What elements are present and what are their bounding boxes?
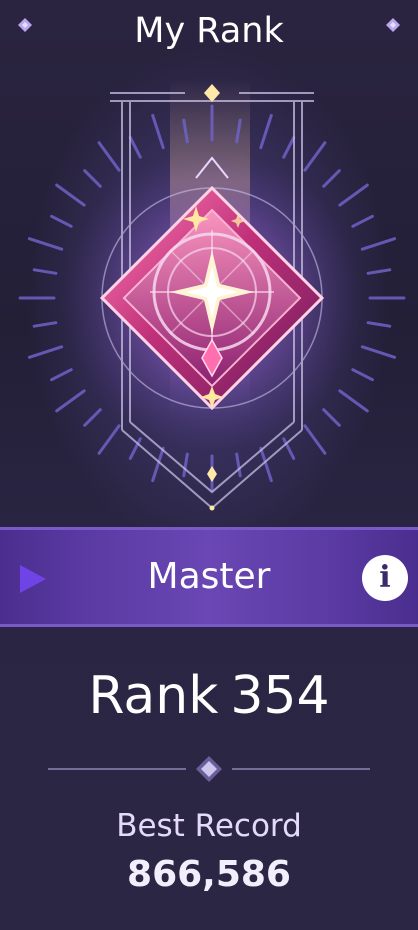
ray	[303, 141, 327, 172]
best-record-value: 866,586	[127, 854, 291, 895]
ray	[322, 408, 341, 427]
emblem-decoration	[18, 80, 406, 511]
page-title: My Rank	[134, 11, 284, 51]
info-icon[interactable]: i	[362, 555, 408, 601]
ray	[32, 321, 58, 328]
ray	[338, 183, 369, 207]
ray	[366, 321, 392, 328]
ray	[50, 368, 73, 382]
ray	[97, 424, 121, 455]
ray	[322, 169, 341, 188]
ray	[27, 237, 64, 251]
section-divider	[48, 756, 370, 782]
banner-top-edge	[0, 527, 418, 530]
ray	[366, 268, 392, 275]
ray	[360, 237, 397, 251]
ray	[27, 345, 64, 359]
ray	[50, 214, 73, 228]
tier-banner: Master i	[0, 527, 418, 627]
banner-bottom-edge	[0, 624, 418, 627]
ray	[282, 136, 296, 159]
ray	[128, 136, 142, 159]
ray	[151, 113, 165, 150]
rank-display: Rank 354	[0, 664, 418, 728]
rank-panel: My Rank Master i Rank 354 Best Record 866…	[0, 0, 418, 930]
frame-bottom-gem	[207, 466, 217, 482]
ray	[83, 408, 102, 427]
ray	[360, 345, 397, 359]
ray	[182, 452, 189, 478]
rank-value: 354	[230, 666, 330, 726]
ray	[338, 389, 369, 413]
ray	[55, 389, 86, 413]
best-record-label: Best Record	[116, 808, 302, 844]
diamond-sparkle-icon	[18, 18, 32, 32]
ray	[351, 214, 374, 228]
ray	[303, 424, 327, 455]
ray	[259, 113, 273, 150]
tier-name: Master	[147, 556, 271, 597]
diamond-sparkle-icon	[386, 18, 400, 32]
ray	[97, 141, 121, 172]
frame-bottom-dot	[209, 505, 215, 511]
ray	[83, 169, 102, 188]
ray	[55, 183, 86, 207]
rank-label: Rank	[88, 666, 219, 726]
ray	[351, 368, 374, 382]
ray	[32, 268, 58, 275]
ray	[235, 452, 242, 478]
